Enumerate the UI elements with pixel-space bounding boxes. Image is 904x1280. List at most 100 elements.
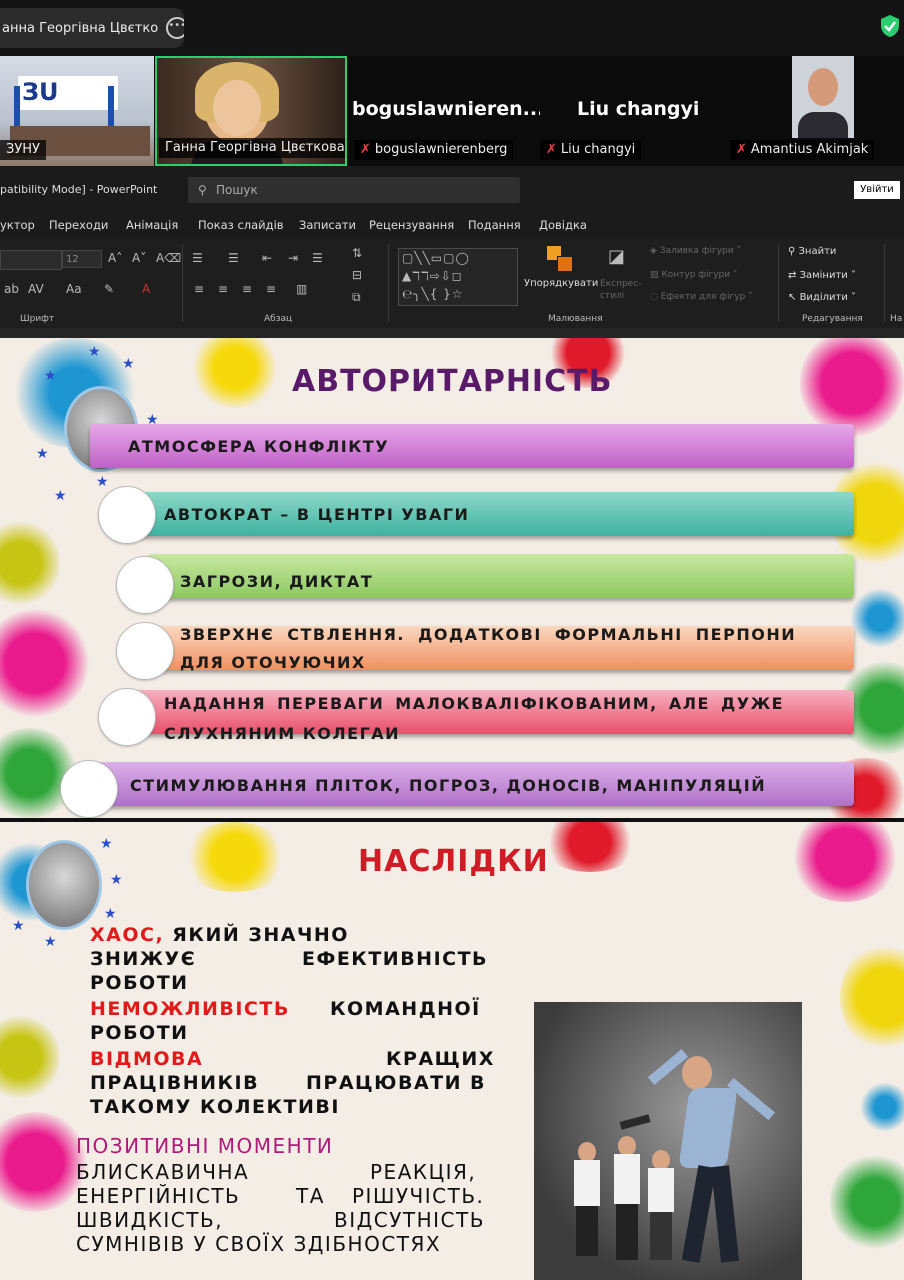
participant-label: ✗ Amantius Akimjak bbox=[730, 140, 875, 160]
slide-title: АВТОРИТАРНІСТЬ bbox=[292, 364, 613, 399]
decrease-font-icon[interactable]: A˅ bbox=[132, 251, 146, 265]
active-speaker-name: анна Георгівна Цвєтко bbox=[2, 20, 159, 36]
tab-help[interactable]: Довідка bbox=[539, 218, 587, 232]
text-line: ТА bbox=[296, 1184, 325, 1208]
tab-record[interactable]: Записати bbox=[299, 218, 356, 232]
participant-label: Ганна Георгівна Цвєткова bbox=[159, 138, 345, 158]
participant-label: ✗ boguslawnierenberg bbox=[354, 140, 514, 160]
group-drawing-label: Малювання bbox=[548, 314, 603, 324]
participant-strip: ЗU ЗУНУ Ганна Георгівна Цвєткова bogusla… bbox=[0, 56, 904, 166]
shape-outline-button[interactable]: ▨ Контур фігури ˅ bbox=[650, 270, 738, 280]
participant-tile[interactable]: boguslawnieren... ✗ boguslawnierenberg bbox=[350, 56, 540, 166]
arrange-label[interactable]: Упорядкувати bbox=[524, 278, 598, 289]
participant-tile[interactable]: Liu changyi ✗ Liu changyi bbox=[540, 56, 730, 166]
shapes-gallery[interactable]: ▢╲╲▭▢◯ ▲ℸℸ⇨⇩◻ ℮╮╲{ }☆ bbox=[398, 248, 518, 306]
text-line: ЕНЕРГІЙНІСТЬ bbox=[76, 1184, 241, 1208]
tab-animation[interactable]: Анімація bbox=[126, 218, 178, 232]
text-line: РЕАКЦІЯ, bbox=[370, 1160, 477, 1184]
participant-tile[interactable]: ✗ Amantius Akimjak bbox=[730, 56, 904, 166]
boss-shouting-photo bbox=[534, 1002, 802, 1280]
char-spacing-icon[interactable]: AV bbox=[28, 282, 44, 296]
group-font-label: Шрифт bbox=[20, 314, 55, 324]
indent-increase-icon[interactable]: ⇥ bbox=[288, 251, 298, 265]
group-editing-label: Редагування bbox=[802, 314, 863, 324]
list-item-text: СТИМУЛЮВАННЯ ПЛІТОК, ПОГРОЗ, ДОНОСІВ, МА… bbox=[130, 776, 767, 795]
list-item-text: НАДАННЯ ПЕРЕВАГИ МАЛОКВАЛІФІКОВАНИМ, АЛЕ… bbox=[164, 694, 785, 713]
bullet-circle bbox=[98, 486, 156, 544]
justify-icon[interactable]: ≡ bbox=[266, 282, 276, 296]
text-line: ТАКОМУ КОЛЕКТИВІ bbox=[90, 1096, 340, 1118]
line-spacing-icon[interactable]: ☰ bbox=[312, 251, 323, 265]
text-line: РОБОТИ bbox=[90, 972, 189, 994]
muted-mic-icon: ✗ bbox=[736, 142, 747, 157]
slide-authoritarianism[interactable]: ★ ★ ★ ★ ★ ★ ★ АВТОРИТАРНІСТЬ АТМОСФЕРА К… bbox=[0, 338, 904, 818]
numbering-icon[interactable]: ☰ bbox=[228, 251, 239, 265]
quick-styles-icon[interactable]: ◪ bbox=[608, 246, 625, 267]
text-line: КРАЩИХ bbox=[386, 1048, 495, 1070]
university-logo-icon: ЗU bbox=[22, 78, 59, 106]
clear-format-icon[interactable]: A⌫ bbox=[156, 251, 181, 265]
tab-review[interactable]: Рецензування bbox=[369, 218, 454, 232]
tab-view[interactable]: Подання bbox=[468, 218, 521, 232]
workspace-gap bbox=[0, 328, 904, 338]
bullet-circle bbox=[98, 688, 156, 746]
search-icon: ⚲ bbox=[198, 183, 207, 197]
participant-tile-active[interactable]: Ганна Георгівна Цвєткова bbox=[155, 56, 347, 166]
font-name-field[interactable] bbox=[0, 250, 62, 270]
list-item-text: ЗАГРОЗИ, ДИКТАТ bbox=[180, 572, 374, 591]
bullet-circle bbox=[116, 622, 174, 680]
slide-title: НАСЛІДКИ bbox=[358, 844, 549, 879]
find-button[interactable]: ⚲ Знайти bbox=[788, 246, 836, 257]
list-item-text: ЗВЕРХНЄ СТВЛЕННЯ. ДОДАТКОВІ ФОРМАЛЬНІ ПЕ… bbox=[180, 625, 797, 644]
author-portrait bbox=[26, 840, 102, 930]
more-options-icon[interactable]: ••• bbox=[166, 17, 184, 39]
smartart-icon[interactable]: ⧉ bbox=[352, 290, 361, 305]
font-size-field[interactable]: 12 bbox=[62, 250, 102, 268]
text-line: ХАОС, ЯКИЙ ЗНАЧНО bbox=[90, 924, 349, 946]
muted-mic-icon: ✗ bbox=[360, 142, 371, 157]
change-case-icon[interactable]: Aa bbox=[66, 282, 82, 296]
positive-heading: ПОЗИТИВНІ МОМЕНТИ bbox=[76, 1134, 334, 1158]
align-text-icon[interactable]: ⊟ bbox=[352, 268, 362, 282]
active-speaker-pill[interactable]: анна Георгівна Цвєтко ••• bbox=[0, 8, 184, 48]
ribbon-tabs: уктор Переходи Анімація Показ слайдів За… bbox=[0, 212, 904, 238]
shape-fill-button[interactable]: ◈ Заливка фігури ˅ bbox=[650, 246, 741, 256]
align-center-icon[interactable]: ≡ bbox=[218, 282, 228, 296]
window-title: patibility Mode] - PowerPoint bbox=[0, 183, 158, 196]
strikethrough-icon[interactable]: ab bbox=[4, 282, 19, 296]
indent-decrease-icon[interactable]: ⇤ bbox=[262, 251, 272, 265]
participant-tile[interactable]: ЗU ЗУНУ bbox=[0, 56, 154, 166]
text-direction-icon[interactable]: ⇅ bbox=[352, 246, 362, 260]
text-line-highlight: ВІДМОВА bbox=[90, 1048, 204, 1070]
align-left-icon[interactable]: ≡ bbox=[194, 282, 204, 296]
font-color-icon[interactable]: A bbox=[142, 282, 150, 296]
bullets-icon[interactable]: ☰ bbox=[192, 251, 203, 265]
shape-effects-button[interactable]: ◌ Ефекти для фігур ˅ bbox=[650, 292, 753, 302]
bullet-circle bbox=[116, 556, 174, 614]
sign-in-button[interactable]: Увійти bbox=[854, 181, 900, 199]
ribbon-toolbar: 12 A˄ A˅ A⌫ ab AV Aa ✎ A Шрифт ☰ ☰ ⇤ ⇥ ☰… bbox=[0, 238, 904, 328]
arrange-icon[interactable] bbox=[547, 246, 573, 272]
replace-button[interactable]: ⇄ Замінити ˅ bbox=[788, 270, 856, 281]
text-line: РОБОТИ bbox=[90, 1022, 189, 1044]
tab-slideshow[interactable]: Показ слайдів bbox=[198, 218, 284, 232]
tab-design[interactable]: уктор bbox=[0, 218, 35, 232]
increase-font-icon[interactable]: A˄ bbox=[108, 251, 122, 265]
text-line: ЕФЕКТИВНІСТЬ bbox=[302, 948, 489, 970]
quick-styles-label[interactable]: Експрес-стилі bbox=[600, 278, 641, 302]
bullet-circle bbox=[60, 760, 118, 818]
group-next-label: На bbox=[890, 314, 903, 324]
list-item-text: ДЛЯ ОТОЧУЮЧИХ bbox=[180, 653, 366, 672]
columns-icon[interactable]: ▥ bbox=[296, 282, 307, 296]
align-right-icon[interactable]: ≡ bbox=[242, 282, 252, 296]
search-input[interactable]: ⚲ Пошук bbox=[188, 177, 520, 203]
encryption-shield-icon[interactable] bbox=[880, 14, 900, 38]
participant-big-name: boguslawnieren... bbox=[352, 98, 540, 120]
tab-transitions[interactable]: Переходи bbox=[49, 218, 108, 232]
slide-consequences[interactable]: ★ ★ ★ ★ ★ НАСЛІДКИ ХАОС, ЯКИЙ ЗНАЧНО ЗНИ… bbox=[0, 822, 904, 1280]
text-line: ВІДСУТНІСТЬ bbox=[334, 1208, 485, 1232]
select-button[interactable]: ↖ Виділити ˅ bbox=[788, 292, 856, 303]
text-line: СУМНІВІВ У СВОЇХ ЗДІБНОСТЯХ bbox=[76, 1232, 442, 1256]
highlight-icon[interactable]: ✎ bbox=[104, 282, 114, 296]
participant-label: ✗ Liu changyi bbox=[540, 140, 642, 160]
